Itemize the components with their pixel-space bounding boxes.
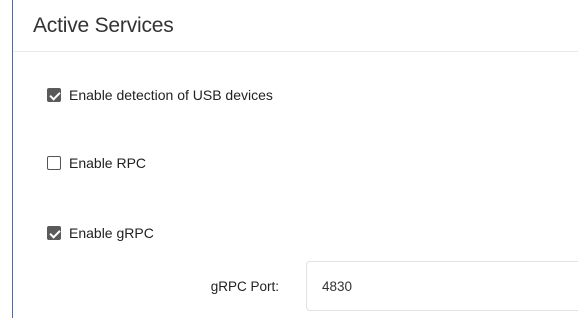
panel-title: Active Services	[33, 14, 174, 37]
rpc-option[interactable]: Enable RPC	[47, 155, 146, 171]
grpc-label: Enable gRPC	[69, 225, 154, 241]
rpc-label: Enable RPC	[69, 155, 147, 171]
grpc-port-input[interactable]	[306, 261, 578, 311]
grpc-checkbox[interactable]	[47, 226, 61, 240]
title-divider	[13, 51, 578, 52]
grpc-port-label: gRPC Port:	[210, 279, 279, 294]
usb-detection-label: Enable detection of USB devices	[69, 87, 273, 103]
usb-detection-option[interactable]: Enable detection of USB devices	[47, 87, 273, 103]
rpc-checkbox[interactable]	[47, 156, 61, 170]
usb-detection-checkbox[interactable]	[47, 88, 61, 102]
grpc-option[interactable]: Enable gRPC	[47, 225, 154, 241]
active-services-panel: Active Services Enable detection of USB …	[12, 0, 578, 318]
